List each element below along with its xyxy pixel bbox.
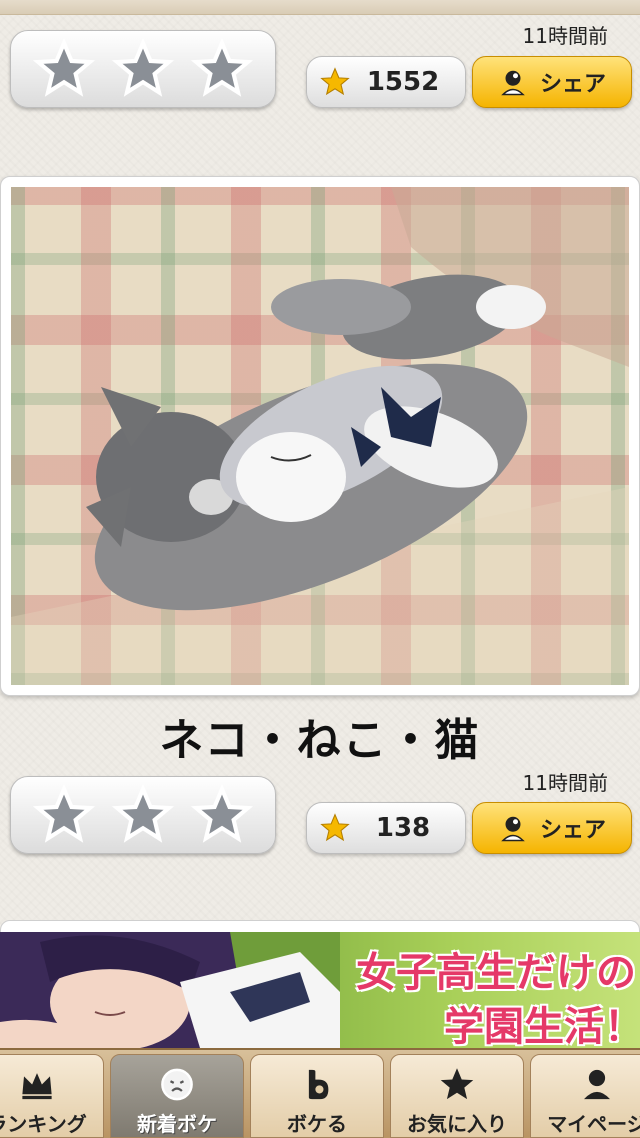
tab-label: ボケる: [287, 1112, 347, 1136]
share-button[interactable]: シェア: [472, 802, 632, 854]
rate-star-2-icon[interactable]: [111, 784, 174, 846]
tab-new-boke[interactable]: 新着ボケ: [110, 1054, 244, 1138]
share-button[interactable]: シェア: [472, 56, 632, 108]
share-person-icon: [501, 816, 525, 842]
sleeping-kitten-image: [11, 187, 629, 685]
tab-label: 新着ボケ: [137, 1112, 217, 1136]
rating-stars: [10, 776, 276, 854]
post-time: 11時間前: [522, 24, 608, 48]
ad-headline-1: 女子高生だけの: [356, 950, 636, 996]
tab-bar: ランキング 新着ボケ ボケる お気に入り マイページ: [0, 1048, 640, 1138]
tab-ranking[interactable]: ランキング: [0, 1054, 104, 1138]
star-icon: [320, 813, 350, 842]
rate-star-2-icon[interactable]: [111, 38, 174, 100]
rate-star-3-icon[interactable]: [190, 784, 253, 846]
share-label: シェア: [539, 818, 606, 843]
star-icon: [440, 1068, 474, 1100]
tab-favorites[interactable]: お気に入り: [390, 1054, 524, 1138]
rate-star-1-icon[interactable]: [33, 38, 96, 100]
tab-mypage[interactable]: マイページ: [530, 1054, 640, 1138]
tab-label: マイページ: [547, 1112, 640, 1136]
rate-star-1-icon[interactable]: [33, 784, 96, 846]
top-edge: [0, 0, 640, 15]
tab-label: ランキング: [0, 1112, 87, 1136]
rate-star-3-icon[interactable]: [190, 38, 253, 100]
bokeru-b-icon: [308, 1069, 329, 1100]
face-icon: [161, 1068, 193, 1101]
star-count: 1552: [366, 67, 440, 97]
star-count-badge: 1552: [306, 56, 466, 108]
ad-headline-2: 学園生活！: [444, 1004, 640, 1048]
share-label: シェア: [539, 72, 606, 97]
post-photo: [11, 187, 629, 685]
star-icon: [320, 67, 350, 96]
star-count: 138: [375, 813, 431, 843]
rating-stars: [10, 30, 276, 108]
share-person-icon: [501, 70, 525, 96]
post-title: ネコ・ねこ・猫: [159, 715, 481, 766]
post-photo-card[interactable]: [0, 176, 640, 696]
tab-bokeru[interactable]: ボケる: [250, 1054, 384, 1138]
crown-icon: [22, 1073, 52, 1100]
ad-anime-girl-image: [0, 932, 340, 1048]
ad-banner[interactable]: 女子高生だけの 学園生活！: [0, 932, 640, 1048]
post-time: 11時間前: [522, 771, 608, 795]
star-count-badge: 138: [306, 802, 466, 854]
person-icon: [584, 1069, 610, 1100]
tab-label: お気に入り: [407, 1112, 507, 1136]
